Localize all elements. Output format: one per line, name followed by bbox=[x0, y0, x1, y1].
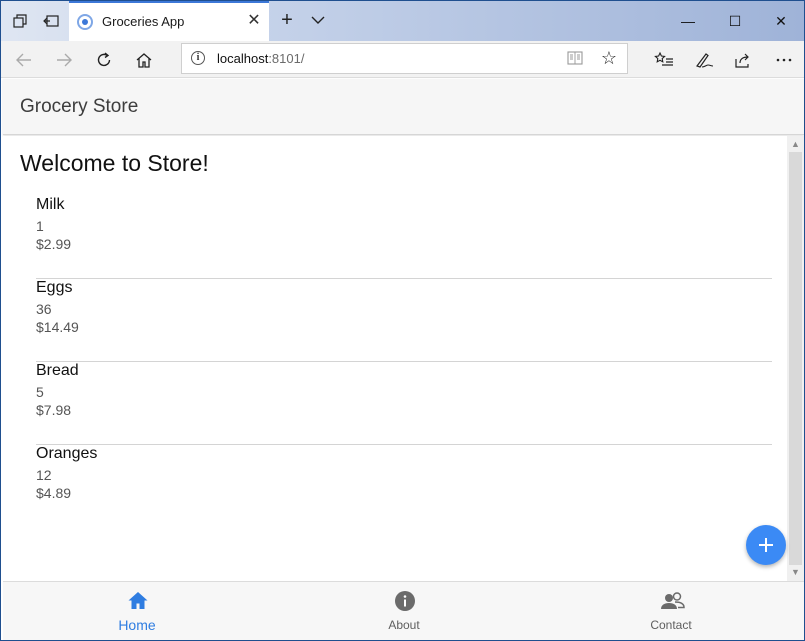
content-scrollbar[interactable]: ▲ ▼ bbox=[787, 136, 804, 581]
web-note-pen-icon[interactable] bbox=[692, 48, 716, 72]
bottom-tab-bar: Home About Contact bbox=[3, 581, 804, 640]
list-item[interactable]: Oranges 12 $4.89 bbox=[36, 445, 772, 528]
back-arrow-icon[interactable] bbox=[12, 48, 36, 72]
scroll-down-arrow-icon[interactable]: ▼ bbox=[790, 567, 801, 578]
list-item[interactable]: Eggs 36 $14.49 bbox=[36, 279, 772, 362]
minimize-button[interactable]: — bbox=[673, 9, 703, 33]
title-bar: Groceries App ✕ + — ☐ ✕ bbox=[1, 1, 804, 41]
maximize-button[interactable]: ☐ bbox=[720, 9, 750, 33]
more-options-icon[interactable] bbox=[772, 48, 796, 72]
close-window-button[interactable]: ✕ bbox=[766, 9, 796, 33]
item-quantity: 1 bbox=[36, 218, 44, 234]
browser-toolbar: i localhost:8101/ ☆ bbox=[1, 41, 804, 78]
tab-home[interactable]: Home bbox=[67, 582, 207, 641]
tab-actions-icon[interactable] bbox=[12, 13, 28, 29]
set-tabs-aside-icon[interactable] bbox=[43, 13, 59, 29]
item-name: Bread bbox=[36, 362, 79, 379]
info-icon bbox=[394, 590, 416, 612]
main-content: Welcome to Store! Milk 1 $2.99 Eggs 36 $… bbox=[3, 136, 787, 581]
tab-contact[interactable]: Contact bbox=[601, 582, 741, 641]
item-price: $4.89 bbox=[36, 485, 72, 501]
favorite-star-icon[interactable]: ☆ bbox=[599, 48, 619, 68]
list-item[interactable]: Milk 1 $2.99 bbox=[36, 196, 772, 279]
item-price: $2.99 bbox=[36, 236, 72, 252]
address-url: localhost:8101/ bbox=[217, 51, 304, 66]
app-header: Grocery Store bbox=[3, 79, 804, 135]
home-browser-icon[interactable] bbox=[132, 48, 156, 72]
item-name: Oranges bbox=[36, 445, 98, 462]
browser-window: Groceries App ✕ + — ☐ ✕ i localhost:8101… bbox=[0, 0, 805, 641]
app-title: Grocery Store bbox=[20, 96, 139, 117]
reading-view-icon[interactable] bbox=[567, 50, 583, 66]
item-quantity: 12 bbox=[36, 467, 52, 483]
browser-tab[interactable]: Groceries App ✕ bbox=[69, 1, 269, 41]
item-quantity: 5 bbox=[36, 384, 44, 400]
address-host: localhost bbox=[217, 51, 269, 66]
item-quantity: 36 bbox=[36, 301, 52, 317]
home-icon bbox=[127, 590, 149, 612]
site-info-icon[interactable]: i bbox=[191, 51, 205, 65]
grocery-list: Milk 1 $2.99 Eggs 36 $14.49 Bread 5 $7.9… bbox=[36, 196, 772, 528]
item-price: $14.49 bbox=[36, 319, 79, 335]
list-item[interactable]: Bread 5 $7.98 bbox=[36, 362, 772, 445]
new-tab-button[interactable]: + bbox=[277, 9, 297, 31]
add-item-button[interactable] bbox=[746, 525, 786, 565]
tab-label: About bbox=[388, 618, 420, 632]
forward-arrow-icon[interactable] bbox=[52, 48, 76, 72]
scroll-thumb[interactable] bbox=[789, 152, 802, 565]
tab-title: Groceries App bbox=[102, 14, 185, 29]
item-name: Eggs bbox=[36, 279, 73, 296]
tab-close-button[interactable]: ✕ bbox=[244, 11, 264, 31]
scroll-up-arrow-icon[interactable]: ▲ bbox=[790, 139, 801, 150]
refresh-icon[interactable] bbox=[92, 48, 116, 72]
plus-icon bbox=[759, 538, 773, 552]
address-bar[interactable]: i localhost:8101/ ☆ bbox=[181, 43, 628, 74]
favorites-list-icon[interactable] bbox=[652, 48, 676, 72]
favicon-icon bbox=[77, 14, 93, 30]
tab-label: Home bbox=[118, 617, 156, 633]
item-price: $7.98 bbox=[36, 402, 72, 418]
tab-label: Contact bbox=[650, 618, 692, 632]
address-port-path: :8101/ bbox=[268, 51, 305, 66]
chevron-down-icon[interactable] bbox=[309, 11, 327, 29]
tab-about[interactable]: About bbox=[334, 582, 474, 641]
contacts-icon bbox=[661, 590, 685, 612]
page-title: Welcome to Store! bbox=[20, 150, 209, 176]
item-name: Milk bbox=[36, 196, 65, 213]
share-icon[interactable] bbox=[731, 48, 755, 72]
